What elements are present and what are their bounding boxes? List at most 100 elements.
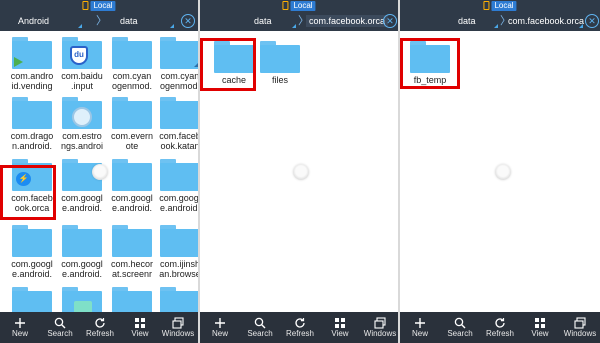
refresh-button[interactable]: Refresh [80, 312, 120, 343]
search-icon [440, 312, 480, 329]
loading-spinner [495, 164, 511, 180]
search-button[interactable]: Search [240, 312, 280, 343]
folder-label: com.googl e.android. [11, 259, 53, 279]
breadcrumb-com-facebook-orca[interactable]: com.facebook.orca [508, 15, 584, 27]
nav-label: New [11, 329, 28, 338]
path-bar: Android 〉 data ✕ [0, 11, 198, 31]
panel-facebook-orca-cache: Local data 〉 com.facebook.orca ✕ fb_temp… [398, 0, 600, 343]
bottom-toolbar: New Search Refresh View Windows [400, 312, 600, 343]
location-badge[interactable]: Local [82, 0, 116, 11]
breadcrumb-dropdown-icon[interactable] [78, 24, 82, 28]
bottom-toolbar: New Search Refresh View Windows [0, 312, 198, 343]
breadcrumb-dropdown-icon[interactable] [292, 24, 296, 28]
view-grid-icon [120, 312, 160, 329]
highlight-box [0, 165, 56, 220]
folder-item[interactable]: com.andro id.vending [4, 37, 60, 91]
phone-icon [483, 1, 490, 10]
top-status-bar: Local [0, 0, 198, 11]
view-button[interactable]: View [320, 312, 360, 343]
windows-icon [158, 312, 198, 329]
new-button[interactable]: New [0, 312, 40, 343]
close-window-button[interactable]: ✕ [181, 14, 195, 28]
folder-label: com.googl e.android. [61, 259, 103, 279]
location-badge[interactable]: Local [282, 0, 316, 11]
location-label: Local [90, 0, 116, 11]
highlight-box [200, 38, 256, 91]
view-grid-icon [320, 312, 360, 329]
new-button[interactable]: New [200, 312, 240, 343]
nav-label: Windows [161, 329, 195, 338]
plus-icon [400, 312, 440, 329]
google-play-icon [14, 57, 23, 67]
top-status-bar: Local [200, 0, 398, 11]
folder-icon [62, 225, 102, 257]
folder-label: com.andro id.vending [10, 71, 54, 91]
view-button[interactable]: View [120, 312, 160, 343]
nav-label: View [531, 329, 549, 338]
refresh-button[interactable]: Refresh [280, 312, 320, 343]
breadcrumb-dropdown-icon[interactable] [170, 24, 174, 28]
folder-icon [62, 97, 102, 129]
search-button[interactable]: Search [440, 312, 480, 343]
folder-icon [160, 159, 198, 191]
folder-icon [12, 97, 52, 129]
nav-label: New [411, 329, 428, 338]
folder-item[interactable]: com.estro ngs.androi [54, 97, 110, 151]
nav-label: Windows [363, 329, 397, 338]
folder-item[interactable]: com.faceb ook.katan [152, 97, 198, 151]
location-label: Local [491, 0, 517, 11]
folder-item[interactable]: com.googl e.android. [54, 225, 110, 279]
breadcrumb-data[interactable]: data [254, 15, 272, 27]
nav-label: Search [447, 329, 473, 338]
nav-label: Search [47, 329, 73, 338]
breadcrumb-com-facebook-orca[interactable]: com.facebook.orca [306, 15, 389, 27]
plus-icon [0, 312, 40, 329]
nav-label: View [131, 329, 149, 338]
folder-label: com.googl e.android. [159, 193, 198, 213]
breadcrumb-android[interactable]: Android [18, 15, 49, 27]
folder-item-files[interactable]: files [252, 41, 308, 85]
panel-android-data: Local Android 〉 data ✕ com.andro id.vend… [0, 0, 198, 343]
highlight-box [400, 38, 460, 89]
path-bar: data 〉 com.facebook.orca ✕ [200, 11, 398, 31]
location-label: Local [290, 0, 316, 11]
folder-icon [112, 225, 152, 257]
location-badge[interactable]: Local [483, 0, 517, 11]
folder-icon [12, 225, 52, 257]
breadcrumb-data[interactable]: data [120, 15, 138, 27]
breadcrumb-dropdown-icon[interactable] [494, 24, 498, 28]
folder-icon [112, 37, 152, 69]
loading-spinner [92, 164, 108, 180]
folder-item[interactable]: com.googl e.android. [4, 225, 60, 279]
refresh-button[interactable]: Refresh [480, 312, 520, 343]
path-bar: data 〉 com.facebook.orca ✕ [400, 11, 600, 31]
refresh-icon [280, 312, 320, 329]
view-button[interactable]: View [520, 312, 560, 343]
bottom-toolbar: New Search Refresh View Windows [200, 312, 398, 343]
folder-item[interactable]: com.cyan ogenmod. [152, 37, 198, 91]
view-grid-icon [520, 312, 560, 329]
folder-item[interactable]: com.googl e.android. [152, 159, 198, 213]
nav-label: Refresh [285, 329, 314, 338]
search-icon [40, 312, 80, 329]
search-button[interactable]: Search [40, 312, 80, 343]
breadcrumb-dropdown-icon[interactable] [579, 24, 583, 28]
breadcrumb-data[interactable]: data [458, 15, 476, 27]
breadcrumb-separator-icon: 〉 [96, 15, 107, 27]
close-window-button[interactable]: ✕ [585, 14, 599, 28]
folder-label: files [271, 75, 288, 85]
new-button[interactable]: New [400, 312, 440, 343]
folder-item[interactable]: com.ijinsh an.browse [152, 225, 198, 279]
nav-label: Search [247, 329, 273, 338]
folder-label: com.estro ngs.androi [60, 131, 104, 151]
folder-label: com.faceb ook.katan [159, 131, 198, 151]
close-window-button[interactable]: ✕ [383, 14, 397, 28]
windows-button[interactable]: Windows [360, 312, 398, 343]
folder-item[interactable]: du com.baidu .input [54, 37, 110, 91]
folder-item[interactable]: com.drago n.android. [4, 97, 60, 151]
windows-button[interactable]: Windows [560, 312, 600, 343]
folder-label: com.cyan ogenmod. [159, 71, 198, 91]
windows-icon [560, 312, 600, 329]
panel-facebook-orca: Local data 〉 com.facebook.orca ✕ cache f… [198, 0, 398, 343]
windows-button[interactable]: Windows [158, 312, 198, 343]
